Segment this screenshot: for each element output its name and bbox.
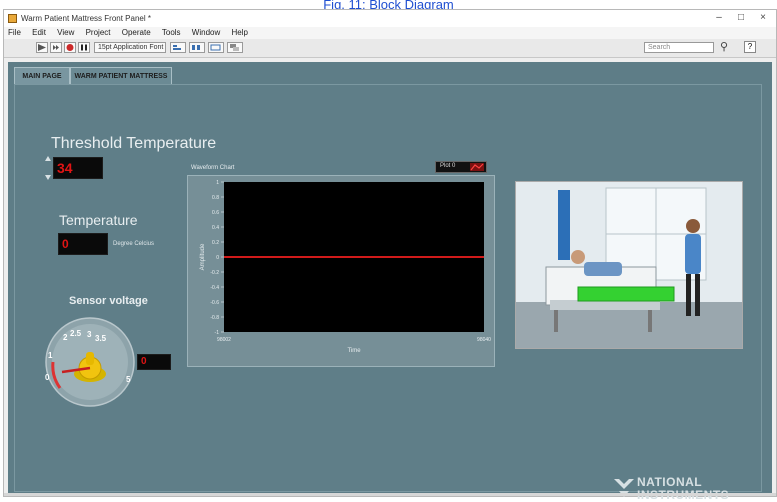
y-tick-label: -0.2 <box>210 270 219 276</box>
reorder-icon[interactable] <box>227 42 243 53</box>
dial-tick-label: 0 <box>45 373 50 382</box>
y-tick-label: -0.4 <box>210 285 219 291</box>
temperature-unit-label: Degree Celcius <box>113 241 155 247</box>
waveform-chart: 1 0.8 0.6 0.4 0.2 0 -0.2 -0.4 -0.6 -0.8 -1 98002 980… <box>187 175 495 367</box>
decrement-arrow-icon <box>45 175 51 180</box>
minimize-button[interactable]: – <box>712 12 726 23</box>
y-axis-label: Amplitude <box>200 243 206 270</box>
tab-page-warm-patient-mattress: Threshold Temperature 34 Temperature 0 D… <box>14 84 762 502</box>
window-title: Warm Patient Mattress Front Panel * <box>21 14 151 23</box>
menu-bar: File Edit View Project Operate Tools Win… <box>4 27 776 39</box>
patient-photo-illustration <box>516 182 742 348</box>
threshold-temperature-input[interactable]: 34 <box>53 157 103 179</box>
dial-tick-label: 1 <box>48 351 53 360</box>
dial-tick-label: 3.5 <box>95 334 107 343</box>
x-axis-label: Time <box>347 348 361 354</box>
y-tick-label: 1 <box>216 180 219 186</box>
menu-help[interactable]: Help <box>231 27 247 39</box>
distribute-objects-icon[interactable] <box>189 42 205 53</box>
y-tick-label: 0.6 <box>212 210 219 216</box>
sensor-voltage-label: Sensor voltage <box>69 295 148 307</box>
status-bar <box>4 493 776 496</box>
menu-tools[interactable]: Tools <box>162 27 181 39</box>
x-tick-label: 98002 <box>217 337 231 343</box>
tab-main-page[interactable]: MAIN PAGE <box>14 67 70 85</box>
y-tick-label: 0 <box>216 255 219 261</box>
chart-title: Waveform Chart <box>191 165 235 171</box>
front-panel: MAIN PAGE WARM PATIENT MATTRESS Threshol… <box>8 62 772 502</box>
plot-legend-label: Plot 0 <box>440 163 456 169</box>
threshold-spinner[interactable] <box>44 155 52 181</box>
search-input[interactable]: Search <box>644 42 714 53</box>
toolbar: 15pt Application Font Search ⚲ ? <box>4 39 776 58</box>
temperature-label: Temperature <box>59 212 138 228</box>
title-bar: Warm Patient Mattress Front Panel * – □ … <box>4 10 776 27</box>
font-select[interactable]: 15pt Application Font <box>94 42 166 53</box>
tab-warm-patient-mattress[interactable]: WARM PATIENT MATTRESS <box>70 67 172 85</box>
sensor-voltage-gauge: 0 1 2 2.5 3 3.5 5 <box>45 317 135 407</box>
close-button[interactable]: × <box>756 12 770 23</box>
x-tick-label: 98040 <box>477 337 491 343</box>
y-tick-label: -0.8 <box>210 315 219 321</box>
abort-icon[interactable] <box>64 42 76 53</box>
labview-app-icon <box>8 14 17 23</box>
resize-objects-icon[interactable] <box>208 42 224 53</box>
y-tick-label: -0.6 <box>210 300 219 306</box>
plot-line-icon <box>470 163 484 171</box>
y-tick-label: 0.2 <box>212 240 219 246</box>
menu-project[interactable]: Project <box>86 27 111 39</box>
sensor-voltage-indicator: 0 <box>137 354 171 370</box>
dial-tick-label: 3 <box>87 330 92 339</box>
pause-icon[interactable] <box>78 42 90 53</box>
help-button[interactable]: ? <box>744 41 756 53</box>
plot-legend[interactable]: Plot 0 <box>435 161 487 173</box>
dial-tick-label: 2 <box>63 333 68 342</box>
threshold-temperature-label: Threshold Temperature <box>51 135 217 152</box>
hospital-bed-photo <box>515 181 743 349</box>
mattress-heating-bar <box>577 286 675 302</box>
dial-tick-label: 5 <box>126 375 131 384</box>
menu-operate[interactable]: Operate <box>122 27 151 39</box>
y-tick-label: 0.4 <box>212 225 219 231</box>
menu-window[interactable]: Window <box>192 27 220 39</box>
search-icon[interactable]: ⚲ <box>720 41 732 53</box>
waveform-chart-svg: 1 0.8 0.6 0.4 0.2 0 -0.2 -0.4 -0.6 -0.8 -198002 980… <box>200 180 491 354</box>
labview-window: Warm Patient Mattress Front Panel * – □ … <box>3 9 777 502</box>
dial-tick-label: 2.5 <box>70 329 82 338</box>
menu-edit[interactable]: Edit <box>32 27 46 39</box>
temperature-indicator: 0 <box>58 233 108 255</box>
y-tick-label: -1 <box>215 330 220 336</box>
align-objects-icon[interactable] <box>170 42 186 53</box>
run-arrow-icon[interactable] <box>36 42 48 53</box>
y-tick-label: 0.8 <box>212 195 219 201</box>
run-continuously-icon[interactable] <box>50 42 62 53</box>
increment-arrow-icon <box>45 156 51 161</box>
menu-file[interactable]: File <box>8 27 21 39</box>
menu-view[interactable]: View <box>57 27 74 39</box>
ni-logo-line1: NATIONAL <box>637 475 703 489</box>
maximize-button[interactable]: □ <box>734 12 748 23</box>
